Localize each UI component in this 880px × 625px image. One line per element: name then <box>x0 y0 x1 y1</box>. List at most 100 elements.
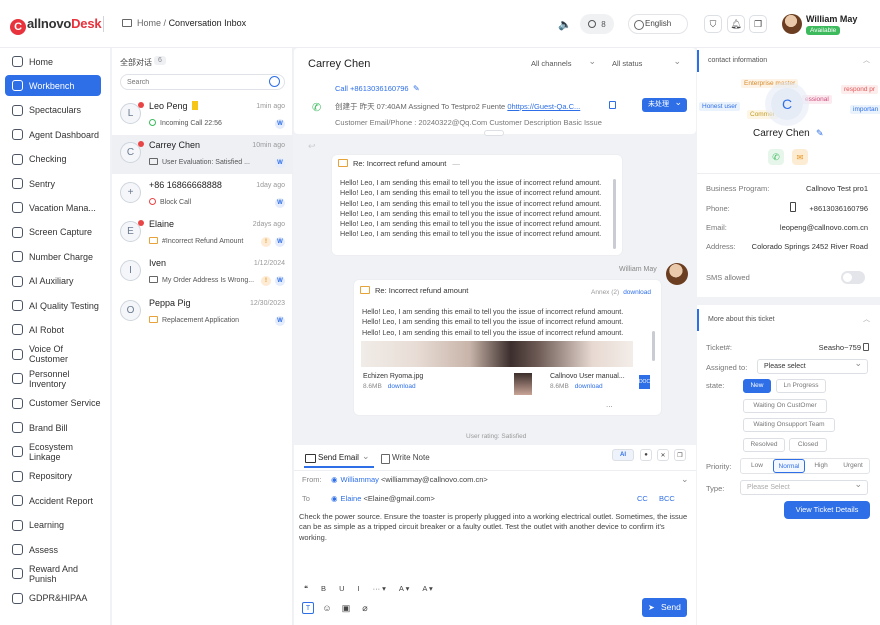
send-button[interactable]: Send <box>642 598 687 617</box>
priority-normal[interactable]: Normal <box>773 459 805 473</box>
sidebar-item[interactable]: AI Robot <box>5 319 101 340</box>
conversation-item[interactable]: E Elaine 2days ago #Incorrect Refund Amount… <box>112 214 293 253</box>
state-closed[interactable]: Closed <box>789 438 827 452</box>
notification-count-badge[interactable]: 8 <box>580 14 614 34</box>
sidebar-item[interactable]: Screen Capture <box>5 222 101 243</box>
copy-icon[interactable] <box>863 343 869 351</box>
state-in-progress[interactable]: Ln Progress <box>776 379 826 393</box>
sidebar-item[interactable]: AI Auxiliary <box>5 271 101 292</box>
sidebar-item[interactable]: Assess <box>5 539 101 560</box>
user-status-badge[interactable]: Available <box>806 26 841 35</box>
attachment-item[interactable]: Echizen Ryoma.jpg 8.6MB download <box>363 373 423 390</box>
sidebar-item[interactable]: Ecosystem Linkage <box>5 441 101 462</box>
sidebar-item[interactable]: Accident Report <box>5 490 101 511</box>
close-icon[interactable]: ✕ <box>657 449 669 461</box>
sidebar-item[interactable]: Voice Of Customer <box>5 344 101 365</box>
priority-urgent[interactable]: Urgent <box>837 459 869 473</box>
sidebar-item[interactable]: Reward And Punish <box>5 563 101 584</box>
copy-icon[interactable] <box>609 101 616 109</box>
document-icon[interactable]: DOC <box>639 375 650 389</box>
email-message-incoming[interactable]: Re: Incorrect refund amount — Hello! Leo,… <box>332 155 622 255</box>
email-message-outgoing[interactable]: Re: Incorrect refund amount Annex (2) dow… <box>354 280 661 415</box>
source-link[interactable]: 0https://Guest-Qa.C... <box>507 102 580 111</box>
sidebar-item[interactable]: Vacation Mana... <box>5 197 101 218</box>
sidebar-item[interactable]: Spectaculars <box>5 100 101 121</box>
copy-icon[interactable]: ❐ <box>674 449 686 461</box>
ai-assistant-button[interactable]: AI <box>612 449 634 461</box>
phone-icon[interactable]: ✆ <box>768 149 784 165</box>
sidebar-item[interactable]: Agent Dashboard <box>5 124 101 145</box>
type-select[interactable]: Please Select <box>740 478 868 495</box>
conversation-item[interactable]: O Peppa Pig 12/30/2023 Replacement Applicat… <box>112 293 293 332</box>
highlight-button[interactable]: A ▾ <box>422 584 432 593</box>
sidebar-item[interactable]: Workbench <box>5 75 101 97</box>
email-body-editor[interactable]: Check the power source. Ensure the toast… <box>299 512 694 543</box>
sidebar-item[interactable]: Repository <box>5 466 101 487</box>
search-icon[interactable] <box>269 76 280 87</box>
to-field[interactable]: ◉ Elaine <Elaine@gmail.com> <box>331 494 435 503</box>
ticket-status-button[interactable]: 未处理 <box>642 95 687 112</box>
sidebar-collapse-handle[interactable] <box>103 16 111 32</box>
email-inline-image[interactable] <box>361 341 633 367</box>
email-icon[interactable]: ✉ <box>792 149 808 165</box>
edit-icon[interactable]: ✎ <box>816 128 824 139</box>
quote-icon[interactable]: ❝ <box>304 584 308 593</box>
status-filter-select[interactable]: All status <box>605 54 685 71</box>
bold-button[interactable]: B <box>321 584 326 593</box>
bell-icon[interactable]: 🔔︎ <box>727 15 745 33</box>
email-scrollbar[interactable] <box>613 179 616 249</box>
sidebar-item[interactable]: AI Quality Testing <box>5 295 101 316</box>
edit-icon[interactable]: ✎ <box>413 84 420 93</box>
download-all-link[interactable]: download <box>623 289 651 296</box>
chevron-down-icon[interactable]: ⌄ <box>681 474 689 485</box>
state-waiting-on-support[interactable]: Waiting Onsupport Team <box>743 418 835 432</box>
channel-filter-select[interactable]: All channels <box>524 54 600 71</box>
image-icon[interactable]: ▣ <box>340 602 352 614</box>
priority-high[interactable]: High <box>807 459 835 473</box>
attachment-item[interactable]: Callnovo User manual... 8.6MB download <box>550 373 625 390</box>
sidebar-item[interactable]: Personnel Inventory <box>5 368 101 389</box>
emoji-icon[interactable]: ☺ <box>321 602 333 614</box>
sidebar-item[interactable]: Learning <box>5 515 101 536</box>
conversation-search-input[interactable] <box>120 74 285 90</box>
attach-icon[interactable]: ⌀ <box>359 602 371 614</box>
sidebar-item[interactable]: Sentry <box>5 173 101 194</box>
underline-button[interactable]: U <box>339 584 344 593</box>
chevron-down-icon[interactable]: ⌄ <box>362 451 370 462</box>
state-waiting-on-customer[interactable]: Waiting On CustOmer <box>743 399 827 413</box>
sidebar-item[interactable]: Checking <box>5 149 101 170</box>
more-attachments-icon[interactable]: ... <box>606 400 613 409</box>
contact-info-section-header[interactable]: contact information <box>697 50 880 72</box>
shirt-icon[interactable]: ⛉ <box>704 15 722 33</box>
priority-low[interactable]: Low <box>743 459 771 473</box>
assigned-to-select[interactable]: Please select <box>757 357 868 374</box>
header-resize-handle[interactable] <box>484 130 504 136</box>
user-avatar[interactable] <box>782 14 802 34</box>
font-color-button[interactable]: A ▾ <box>399 584 409 593</box>
conversation-item[interactable]: I Iven 1/12/2024 My Order Address Is Wrong.… <box>112 253 293 292</box>
sidebar-item[interactable]: Brand Bill <box>5 417 101 438</box>
state-resolved[interactable]: Resolved <box>743 438 785 452</box>
text-format-icon[interactable]: T <box>302 602 314 614</box>
attachment-thumbnail[interactable] <box>514 373 532 395</box>
record-icon[interactable]: ● <box>640 449 652 461</box>
bcc-button[interactable]: BCC <box>659 494 675 503</box>
conversation-item[interactable]: + +86 16866668888 1day ago Block Call W <box>112 175 293 214</box>
ticket-section-header[interactable]: More about this ticket <box>697 309 880 331</box>
sidebar-item[interactable]: Home <box>5 51 101 72</box>
window-icon[interactable]: ❐ <box>749 15 767 33</box>
sidebar-item[interactable]: Number Charge <box>5 246 101 267</box>
more-format-button[interactable]: ··· ▾ <box>373 584 386 593</box>
state-new[interactable]: New <box>743 379 771 393</box>
breadcrumb-home[interactable]: Home <box>137 18 161 28</box>
sidebar-item[interactable]: GDPR&HIPAA <box>5 588 101 609</box>
email-scrollbar[interactable] <box>652 331 655 361</box>
cc-button[interactable]: CC <box>637 494 648 503</box>
italic-button[interactable]: I <box>357 584 359 593</box>
conversation-item[interactable]: C Carrey Chen 10min ago User Evaluation: Sa… <box>112 135 293 175</box>
speaker-icon[interactable]: 🔈 <box>558 17 572 31</box>
from-field[interactable]: ◉ Williammay <williammay@callnovo.com.cn> <box>331 475 488 484</box>
call-number-link[interactable]: Call +8613036160796 <box>335 84 409 93</box>
sms-allowed-toggle[interactable] <box>841 271 865 284</box>
sidebar-item[interactable]: Customer Service <box>5 393 101 414</box>
